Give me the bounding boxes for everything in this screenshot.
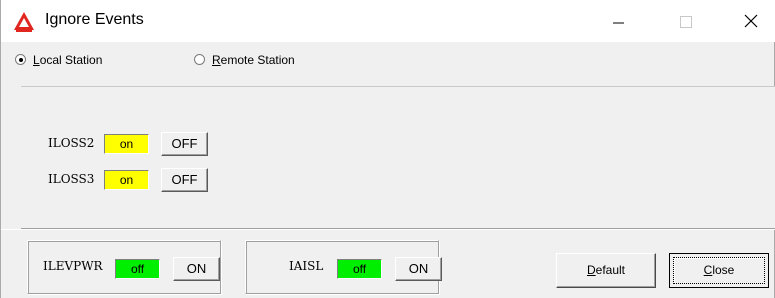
event-label-iaisl: IAISL: [289, 259, 324, 273]
local-station-label: Local Station: [33, 53, 103, 67]
radio-circle: [15, 54, 26, 65]
minimize-icon: [613, 22, 624, 24]
event-label-iloss2: ILOSS2: [48, 136, 95, 150]
maximize-button[interactable]: [662, 0, 708, 42]
maximize-icon: [680, 16, 692, 28]
ignore-events-window: Ignore Events Local Station Remote Stati…: [0, 0, 775, 298]
event-label-ilevpwr: ILEVPWR: [43, 259, 103, 273]
default-button[interactable]: Default: [556, 253, 656, 288]
iloss3-off-button[interactable]: OFF: [161, 168, 208, 192]
close-button[interactable]: Close: [669, 253, 769, 288]
ilevpwr-state-indicator: off: [115, 259, 160, 279]
iaisl-on-button[interactable]: ON: [395, 257, 442, 281]
events-panel: [21, 86, 775, 229]
iaisl-state-indicator: off: [337, 259, 382, 279]
event-label-iloss3: ILOSS3: [48, 172, 95, 186]
divider: [1, 229, 775, 230]
window-title: Ignore Events: [45, 11, 144, 28]
minimize-button[interactable]: [595, 0, 641, 42]
title-bar: Ignore Events: [1, 0, 775, 42]
iloss3-state-indicator: on: [104, 170, 149, 190]
ilevpwr-on-button[interactable]: ON: [173, 257, 220, 281]
remote-station-label: Remote Station: [212, 53, 295, 67]
iloss2-state-indicator: on: [104, 134, 149, 154]
close-window-button[interactable]: [726, 0, 775, 42]
close-icon: [744, 14, 758, 28]
red-triangle-logo-icon: [14, 12, 34, 32]
radio-circle: [194, 54, 205, 65]
iloss2-off-button[interactable]: OFF: [161, 132, 208, 156]
